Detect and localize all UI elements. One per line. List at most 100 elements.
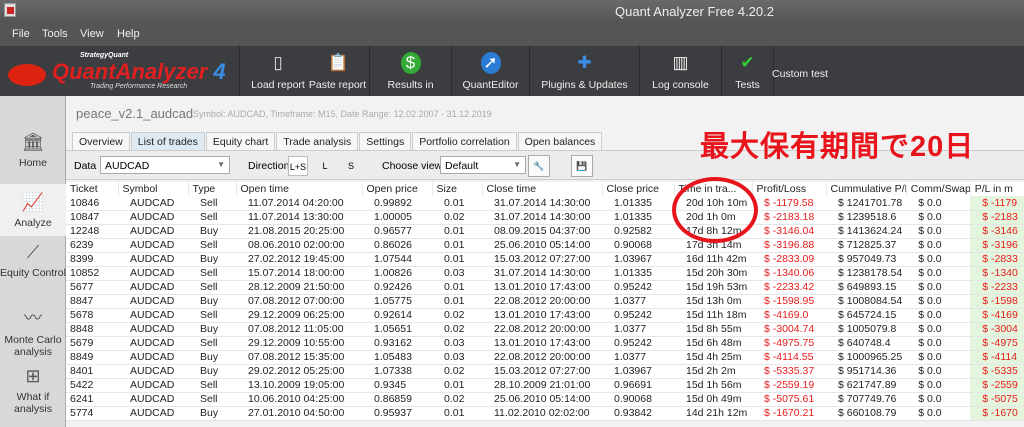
menu-tools[interactable]: Tools bbox=[42, 28, 68, 40]
table-cell: 1.01335 bbox=[602, 266, 674, 281]
table-cell: 0.02 bbox=[432, 392, 482, 407]
table-cell: AUDCAD bbox=[118, 210, 188, 225]
table-row[interactable]: 5678 AUDCAD Sell 29.12.2009 06:25:00 0.92614… bbox=[66, 308, 1024, 323]
table-cell: 1.01335 bbox=[602, 196, 674, 211]
plugins-updates-button[interactable]: ✚ Plugins & Updates bbox=[530, 46, 640, 96]
tab-list-of-trades[interactable]: List of trades bbox=[130, 132, 205, 150]
csv-export-icon[interactable]: 💾 bbox=[571, 155, 593, 177]
table-cell: 27.01.2010 04:50:00 bbox=[236, 406, 362, 421]
tab-overview[interactable]: Overview bbox=[72, 132, 130, 150]
table-cell: 22.08.2012 20:00:00 bbox=[482, 294, 602, 309]
menu-view[interactable]: View bbox=[80, 28, 104, 40]
sidebar-item-equity-control[interactable]: ⟋ Equity Control bbox=[0, 242, 66, 300]
menu-file[interactable]: File bbox=[12, 28, 30, 40]
column-header[interactable]: Open time bbox=[236, 182, 363, 196]
table-cell: $ 0.0 bbox=[906, 392, 971, 407]
table-cell: $ -1598.95 bbox=[752, 294, 826, 309]
sidebar-item-analyze[interactable]: 📈 Analyze bbox=[0, 184, 66, 236]
paste-report-button[interactable]: 📋 Paste report bbox=[306, 46, 370, 96]
table-cell: 07.08.2012 07:00:00 bbox=[236, 294, 362, 309]
table-row[interactable]: 8848 AUDCAD Buy 07.08.2012 11:05:00 1.05651 0… bbox=[66, 322, 1024, 337]
table-row[interactable]: 5679 AUDCAD Sell 29.12.2009 10:55:00 0.93162… bbox=[66, 336, 1024, 351]
tab-open-balances[interactable]: Open balances bbox=[517, 132, 603, 150]
table-cell: 27.02.2012 19:45:00 bbox=[236, 252, 362, 267]
table-cell: $ -2559 bbox=[970, 378, 1024, 393]
table-row[interactable]: 8399 AUDCAD Buy 27.02.2012 19:45:00 1.07544 0… bbox=[66, 252, 1024, 267]
direction-s-button[interactable]: S bbox=[341, 156, 361, 176]
column-header[interactable]: Cummulative P/L bbox=[826, 182, 907, 196]
tab-bar: Overview List of trades Equity chart Trade … bbox=[72, 132, 603, 150]
table-cell: 13.01.2010 17:43:00 bbox=[482, 336, 602, 351]
table-cell: 10.06.2010 04:25:00 bbox=[236, 392, 362, 407]
table-row[interactable]: 5677 AUDCAD Sell 28.12.2009 21:50:00 0.92426… bbox=[66, 280, 1024, 295]
table-cell: 1.00826 bbox=[362, 266, 432, 281]
table-row[interactable]: 6241 AUDCAD Sell 10.06.2010 04:25:00 0.86859… bbox=[66, 392, 1024, 407]
table-cell: $ -3146 bbox=[970, 224, 1024, 239]
table-cell: 0.03 bbox=[432, 350, 482, 365]
table-cell: AUDCAD bbox=[118, 224, 188, 239]
view-select[interactable]: Default ▼ bbox=[440, 156, 526, 174]
table-cell: 0.93842 bbox=[602, 406, 674, 421]
direction-l-button[interactable]: L bbox=[315, 156, 335, 176]
sidebar-item-home[interactable]: 🏛 Home bbox=[0, 132, 66, 184]
table-cell: Buy bbox=[188, 252, 236, 267]
tab-settings[interactable]: Settings bbox=[359, 132, 412, 150]
custom-test-button[interactable]: Custom test bbox=[772, 68, 828, 80]
table-cell: 0.92614 bbox=[362, 308, 432, 323]
annotation-circle bbox=[672, 177, 758, 243]
logo-pie-icon bbox=[8, 64, 46, 86]
table-cell: Sell bbox=[188, 392, 236, 407]
data-select[interactable]: AUDCAD ▼ bbox=[100, 156, 230, 174]
column-header[interactable]: Size bbox=[432, 182, 483, 196]
table-cell: 13.01.2010 17:43:00 bbox=[482, 308, 602, 323]
table-row[interactable]: 12248 AUDCAD Buy 21.08.2015 20:25:00 0.96577… bbox=[66, 224, 1024, 239]
quanteditor-button[interactable]: ➚ QuantEditor bbox=[452, 46, 530, 96]
column-header[interactable]: Symbol bbox=[118, 182, 189, 196]
table-cell: $ 1008084.54 bbox=[826, 294, 907, 309]
column-header[interactable]: Close time bbox=[482, 182, 603, 196]
table-cell: 1.0377 bbox=[602, 322, 674, 337]
table-cell: 15d 8h 55m bbox=[674, 322, 752, 337]
menu-help[interactable]: Help bbox=[117, 28, 140, 40]
load-report-button[interactable]: ▯ Load report bbox=[250, 46, 306, 96]
table-cell: 31.07.2014 14:30:00 bbox=[482, 196, 602, 211]
table-cell: 14d 21h 12m bbox=[674, 406, 752, 421]
table-row[interactable]: 8849 AUDCAD Buy 07.08.2012 15:35:00 1.05483 0… bbox=[66, 350, 1024, 365]
sidebar-item-what-if[interactable]: ⊞ What if analysis bbox=[0, 366, 66, 424]
column-header[interactable]: Ticket bbox=[66, 182, 119, 196]
column-header[interactable]: Profit/Loss bbox=[752, 182, 827, 196]
direction-ls-button[interactable]: L+S bbox=[288, 156, 308, 176]
table-cell: $ 0.0 bbox=[906, 336, 971, 351]
choose-view-label: Choose view bbox=[382, 160, 443, 172]
table-row[interactable]: 6239 AUDCAD Sell 08.06.2010 02:00:00 0.86026… bbox=[66, 238, 1024, 253]
table-row[interactable]: 10846 AUDCAD Sell 11.07.2014 04:20:00 0.9989… bbox=[66, 196, 1024, 211]
table-row[interactable]: 8847 AUDCAD Buy 07.08.2012 07:00:00 1.05775 0… bbox=[66, 294, 1024, 309]
tests-button[interactable]: ✔ Tests bbox=[722, 46, 774, 96]
column-header[interactable]: Comm/Swap bbox=[906, 182, 971, 196]
table-row[interactable]: 5774 AUDCAD Buy 27.01.2010 04:50:00 0.95937 0… bbox=[66, 406, 1024, 421]
results-in-button[interactable]: $ Results in bbox=[370, 46, 452, 96]
tab-portfolio-correlation[interactable]: Portfolio correlation bbox=[412, 132, 517, 150]
table-cell: 6239 bbox=[66, 238, 118, 253]
column-header[interactable]: Close price bbox=[602, 182, 675, 196]
table-cell: $ -2833 bbox=[970, 252, 1024, 267]
tab-trade-analysis[interactable]: Trade analysis bbox=[276, 132, 359, 150]
table-cell: 1.05651 bbox=[362, 322, 432, 337]
table-row[interactable]: 5422 AUDCAD Sell 13.10.2009 19:05:00 0.9345 0… bbox=[66, 378, 1024, 393]
app-icon bbox=[4, 3, 16, 17]
column-header[interactable]: Open price bbox=[362, 182, 433, 196]
column-header[interactable]: P/L in m bbox=[970, 182, 1024, 196]
table-row[interactable]: 10847 AUDCAD Sell 11.07.2014 13:30:00 1.0000… bbox=[66, 210, 1024, 225]
tab-equity-chart[interactable]: Equity chart bbox=[205, 132, 276, 150]
table-cell: $ -1179.58 bbox=[752, 196, 826, 211]
sidebar-item-monte-carlo[interactable]: 〰 Monte Carlo analysis bbox=[0, 304, 66, 362]
table-row[interactable]: 8401 AUDCAD Buy 29.02.2012 05:25:00 1.07338 0… bbox=[66, 364, 1024, 379]
column-header[interactable]: Type bbox=[188, 182, 237, 196]
log-console-button[interactable]: ▥ Log console bbox=[640, 46, 722, 96]
table-cell: $ 712825.37 bbox=[826, 238, 907, 253]
wrench-icon[interactable]: 🔧 bbox=[528, 155, 550, 177]
monte-carlo-icon: 〰 bbox=[24, 308, 42, 328]
table-row[interactable]: 10852 AUDCAD Sell 15.07.2014 18:00:00 1.0082… bbox=[66, 266, 1024, 281]
table-cell: $ -1340.06 bbox=[752, 266, 826, 281]
table-cell: AUDCAD bbox=[118, 364, 188, 379]
